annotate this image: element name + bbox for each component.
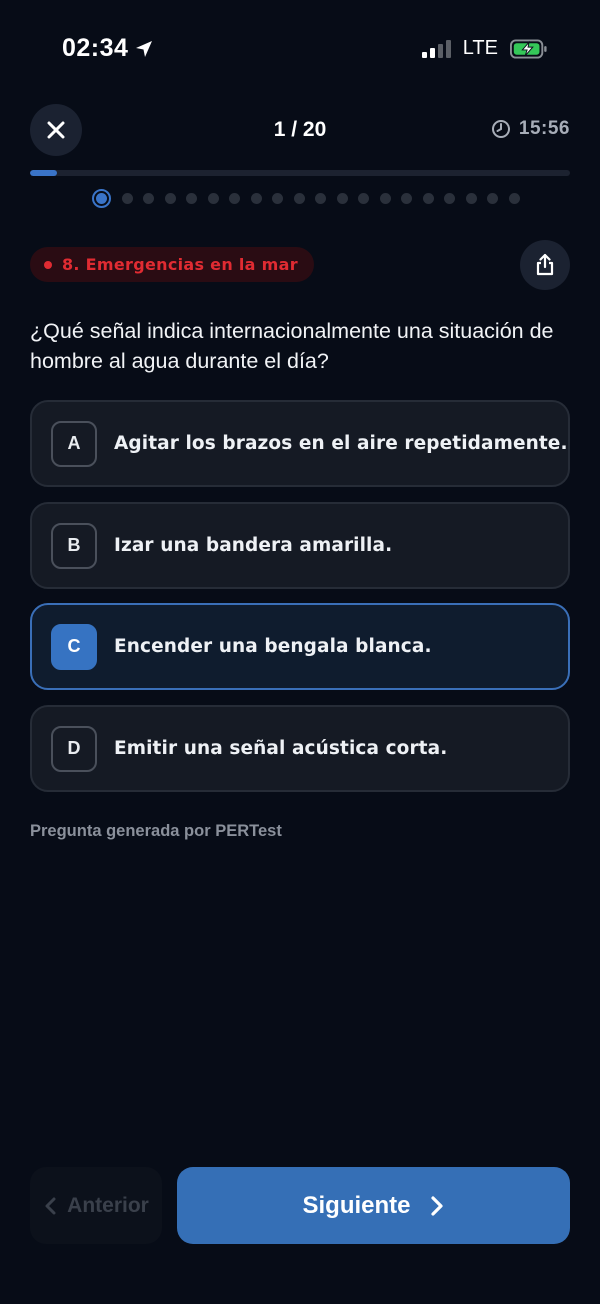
option-text: Encender una bengala blanca. (114, 636, 432, 657)
status-indicators: LTE (421, 37, 548, 60)
option-text: Agitar los brazos en el aire repetidamen… (114, 433, 568, 454)
question-dot-current[interactable] (92, 189, 111, 208)
option-letter: C (51, 623, 97, 670)
question-dot[interactable] (444, 193, 455, 204)
location-arrow-icon (136, 40, 153, 57)
question-dot[interactable] (250, 193, 262, 204)
question-dot[interactable] (336, 193, 348, 204)
question-dot[interactable] (207, 193, 219, 204)
option-letter: A (51, 420, 97, 467)
status-time-text: 02:34 (62, 34, 129, 62)
option-b[interactable]: B Izar una bandera amarilla. (30, 502, 570, 589)
share-icon (536, 253, 554, 276)
question-dot[interactable] (315, 193, 326, 204)
question-dot[interactable] (164, 193, 176, 204)
timer-text: 15:56 (518, 118, 570, 139)
progress-bar (30, 170, 570, 176)
question-dot[interactable] (465, 193, 477, 204)
question-dot[interactable] (508, 193, 520, 204)
battery-charging-icon (510, 39, 547, 58)
next-button[interactable]: Siguiente (177, 1167, 570, 1244)
chevron-left-icon (45, 1197, 56, 1214)
question-dot[interactable] (272, 193, 283, 204)
option-a[interactable]: A Agitar los brazos en el aire repetidam… (30, 400, 570, 487)
option-c[interactable]: C Encender una bengala blanca. (30, 603, 570, 690)
question-dot[interactable] (358, 193, 369, 204)
next-label: Siguiente (302, 1191, 411, 1219)
category-badge: 8. Emergencias en la mar (30, 247, 314, 282)
question-dot[interactable] (143, 193, 154, 204)
question-dot[interactable] (379, 193, 391, 204)
question-text: ¿Qué señal indica internacionalmente una… (30, 319, 554, 373)
clock-icon (491, 120, 510, 138)
question-dot[interactable] (121, 193, 133, 204)
share-button[interactable] (520, 240, 570, 290)
question-dot[interactable] (186, 193, 197, 204)
option-text: Izar una bandera amarilla. (114, 535, 393, 556)
option-d[interactable]: D Emitir una señal acústica corta. (30, 705, 570, 792)
question-dot[interactable] (293, 193, 305, 204)
question-dot[interactable] (229, 193, 240, 204)
question-dots (92, 189, 520, 208)
question-credit: Pregunta generada por PERTest (30, 822, 282, 840)
network-type: LTE (462, 37, 498, 59)
question-dot[interactable] (422, 193, 434, 204)
status-time: 02:34 (62, 34, 154, 63)
progress-bar-fill (30, 170, 57, 176)
status-bar: 02:34 LTE (0, 0, 600, 96)
question-dot[interactable] (401, 193, 412, 204)
question-dot[interactable] (487, 193, 498, 204)
chevron-right-icon (430, 1195, 443, 1216)
category-dot-icon (44, 260, 52, 269)
timer: 15:56 (491, 118, 570, 140)
option-letter: B (51, 522, 97, 569)
signal-strength-icon (421, 39, 451, 58)
option-text: Emitir una señal acústica corta. (114, 738, 448, 759)
option-letter: D (51, 725, 97, 772)
category-label: 8. Emergencias en la mar (62, 255, 298, 274)
previous-label: Anterior (67, 1193, 149, 1217)
previous-button[interactable]: Anterior (30, 1167, 162, 1244)
